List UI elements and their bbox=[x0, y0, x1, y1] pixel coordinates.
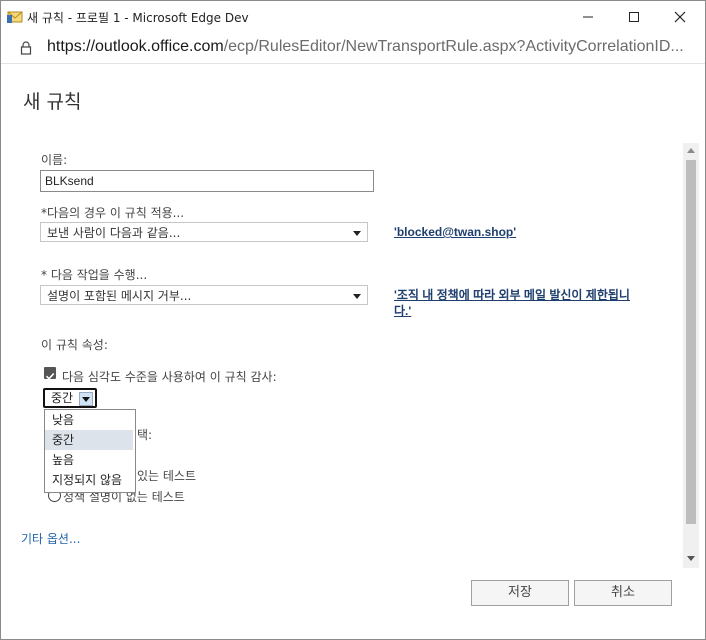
url-path: /ecp/RulesEditor/NewTransportRule.aspx?A… bbox=[223, 38, 684, 55]
mode-radio-test-with-tips-label: 있는 테스트 bbox=[137, 469, 197, 483]
minimize-icon bbox=[583, 16, 593, 18]
close-button[interactable] bbox=[657, 5, 703, 29]
condition-select-value: 보낸 사람이 다음과 같음... bbox=[47, 226, 181, 240]
condition-select[interactable]: 보낸 사람이 다음과 같음... bbox=[40, 222, 368, 242]
severity-dropdown-list[interactable]: 낮음 중간 높음 지정되지 않음 bbox=[44, 409, 136, 493]
browser-window: 새 규칙 - 프로필 1 - Microsoft Edge Dev https:… bbox=[0, 0, 706, 640]
severity-select-value: 중간 bbox=[51, 391, 74, 405]
maximize-icon bbox=[629, 12, 639, 22]
severity-select[interactable]: 중간 bbox=[43, 388, 97, 408]
properties-label: 이 규칙 속성: bbox=[41, 338, 108, 352]
action-label: * 다음 작업을 수행... bbox=[41, 268, 148, 282]
outlook-app-icon bbox=[7, 11, 23, 23]
scroll-up-icon[interactable] bbox=[687, 148, 695, 153]
name-field[interactable]: BLKsend bbox=[40, 170, 374, 192]
url-host: https://outlook.office.com bbox=[47, 38, 224, 55]
more-options-link[interactable]: 기타 옵션... bbox=[21, 530, 80, 547]
severity-option-not-specified[interactable]: 지정되지 않음 bbox=[45, 470, 133, 490]
chevron-down-icon bbox=[353, 294, 361, 299]
page-title: 새 규칙 bbox=[23, 91, 82, 113]
url-text[interactable]: https://outlook.office.com/ecp/RulesEdit… bbox=[47, 38, 684, 56]
mode-label: 택: bbox=[137, 428, 153, 442]
save-button[interactable]: 저장 bbox=[471, 580, 569, 606]
scrollbar-thumb[interactable] bbox=[686, 160, 696, 524]
scroll-down-icon[interactable] bbox=[687, 556, 695, 561]
condition-label: *다음의 경우 이 규칙 적용... bbox=[41, 206, 185, 220]
window-title: 새 규칙 - 프로필 1 - Microsoft Edge Dev bbox=[27, 11, 249, 25]
minimize-button[interactable] bbox=[565, 5, 611, 29]
close-icon bbox=[674, 11, 686, 23]
action-select[interactable]: 설명이 포함된 메시지 거부... bbox=[40, 285, 368, 305]
chevron-down-icon bbox=[353, 231, 361, 236]
maximize-button[interactable] bbox=[611, 5, 657, 29]
severity-option-low[interactable]: 낮음 bbox=[45, 410, 133, 430]
chevron-down-icon[interactable] bbox=[79, 392, 93, 406]
title-bar: 새 규칙 - 프로필 1 - Microsoft Edge Dev bbox=[1, 1, 705, 33]
action-value-link-line1[interactable]: '조직 내 정책에 따라 외부 메일 발신이 제한됩니 bbox=[394, 286, 630, 303]
address-bar[interactable]: https://outlook.office.com/ecp/RulesEdit… bbox=[1, 33, 705, 63]
checkmark-icon bbox=[45, 372, 55, 380]
action-select-value: 설명이 포함된 메시지 거부... bbox=[47, 289, 192, 303]
severity-option-medium[interactable]: 중간 bbox=[45, 430, 133, 450]
action-value-link-line2[interactable]: 다.' bbox=[394, 302, 411, 319]
name-label: 이름: bbox=[41, 153, 68, 167]
header-divider bbox=[1, 63, 705, 64]
condition-value-link[interactable]: 'blocked@twan.shop' bbox=[394, 225, 516, 239]
severity-option-high[interactable]: 높음 bbox=[45, 450, 133, 470]
audit-label: 다음 심각도 수준을 사용하여 이 규칙 감사: bbox=[62, 370, 277, 384]
lock-icon bbox=[20, 41, 32, 55]
cancel-button[interactable]: 취소 bbox=[574, 580, 672, 606]
rule-form: 이름: BLKsend *다음의 경우 이 규칙 적용... 보낸 사람이 다음… bbox=[1, 141, 681, 566]
audit-checkbox[interactable] bbox=[44, 367, 56, 380]
